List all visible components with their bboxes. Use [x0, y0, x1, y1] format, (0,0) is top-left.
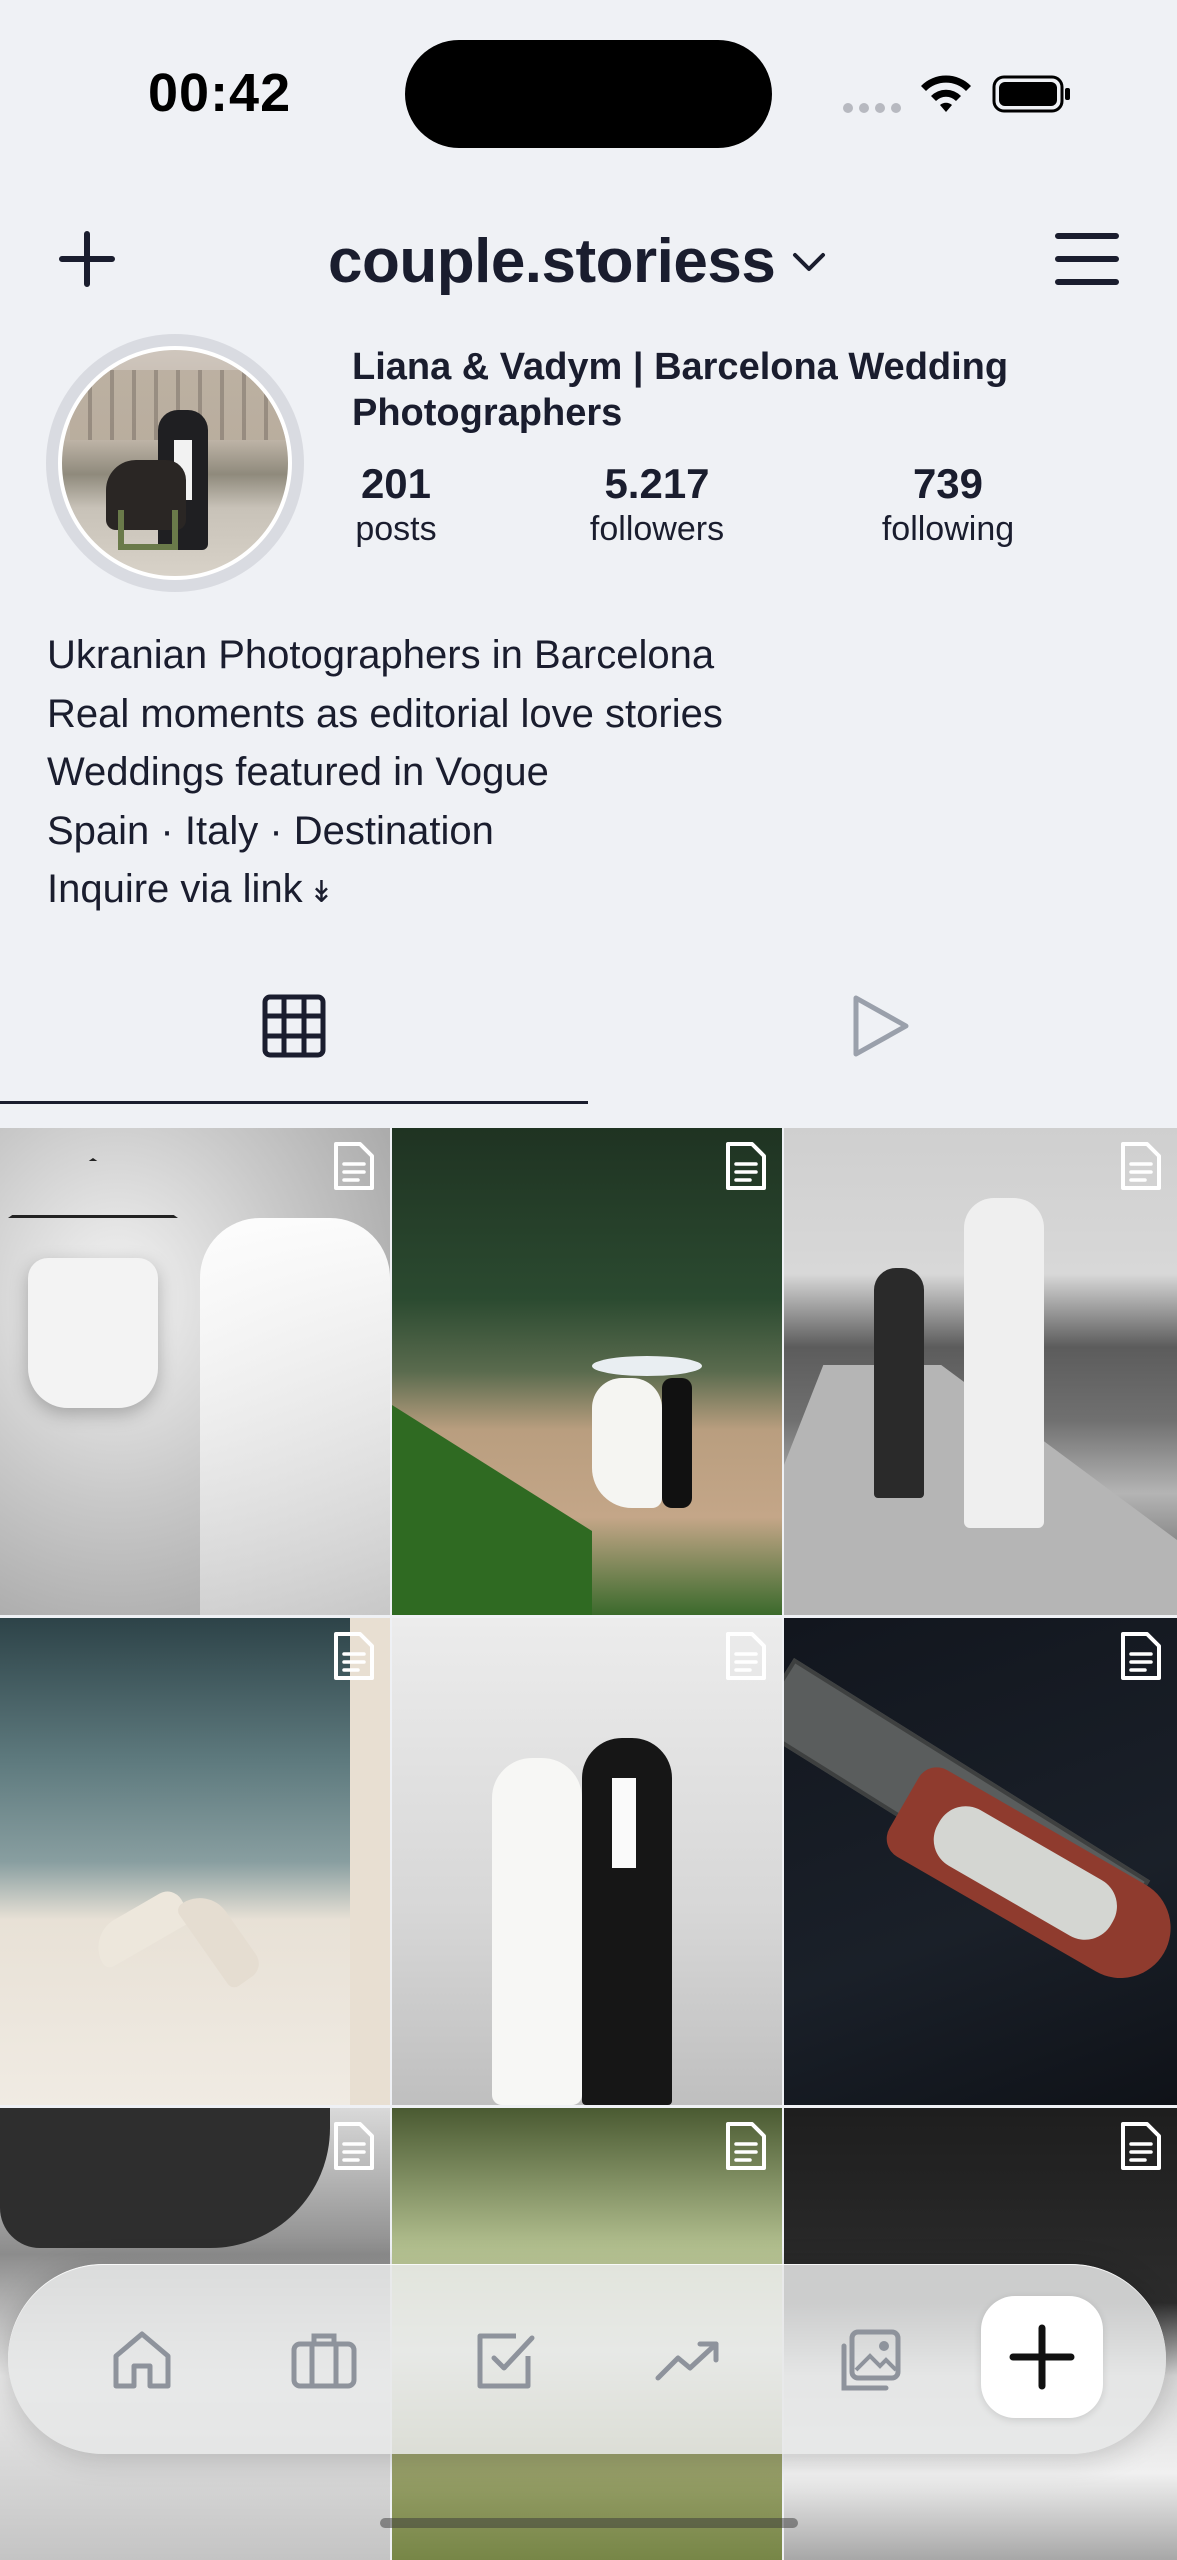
stat-following[interactable]: 739 following	[864, 460, 1032, 549]
images-icon[interactable]	[830, 2322, 906, 2398]
bio: Ukranian Photographers in Barcelona Real…	[47, 626, 1147, 923]
grid-post[interactable]	[392, 1128, 782, 1615]
avatar-photo	[58, 346, 292, 580]
stat-label: following	[881, 510, 1015, 548]
grid-post[interactable]	[392, 1618, 782, 2105]
profile-header: couple.storiess	[0, 210, 1177, 310]
document-icon	[1121, 1632, 1161, 1680]
grid-post[interactable]	[784, 1128, 1177, 1615]
stat-value: 201	[360, 460, 432, 507]
username: couple.storiess	[328, 227, 776, 296]
grid-post[interactable]	[784, 1618, 1177, 2105]
content-tabs	[0, 970, 1177, 1104]
dynamic-island	[405, 40, 772, 148]
grid-post[interactable]	[0, 1618, 390, 2105]
tab-grid[interactable]	[0, 970, 588, 1104]
grid-post[interactable]	[0, 1128, 390, 1615]
grid-icon	[262, 994, 326, 1058]
bio-line: Spain · Italy · Destination	[47, 808, 494, 853]
document-icon	[726, 1632, 766, 1680]
document-icon	[334, 2122, 374, 2170]
avatar[interactable]	[46, 334, 304, 592]
stat-label: followers	[589, 510, 725, 548]
checkbox-icon[interactable]	[468, 2322, 544, 2398]
document-icon	[726, 1142, 766, 1190]
battery-icon	[992, 75, 1070, 113]
stat-posts[interactable]: 201 posts	[346, 460, 446, 549]
status-time: 00:42	[148, 63, 292, 123]
bottom-nav	[8, 2264, 1166, 2454]
signal-icon	[843, 103, 901, 113]
stat-followers[interactable]: 5.217 followers	[570, 460, 744, 549]
bio-line: Weddings featured in Vogue	[47, 750, 549, 794]
document-icon	[334, 1142, 374, 1190]
plus-icon	[1009, 2324, 1075, 2390]
bio-line: Inquire via link	[47, 867, 303, 911]
status-bar: 00:42	[0, 0, 1177, 190]
document-icon	[726, 2122, 766, 2170]
bio-line: Ukranian Photographers in Barcelona	[47, 633, 715, 677]
menu-icon[interactable]	[1052, 228, 1122, 290]
down-arrow-icon: ↡	[308, 876, 334, 909]
home-indicator	[380, 2518, 798, 2528]
document-icon	[1121, 2122, 1161, 2170]
bio-line: Real moments as editorial love stories	[47, 691, 723, 736]
home-icon[interactable]	[104, 2322, 180, 2398]
briefcase-icon[interactable]	[286, 2322, 362, 2398]
document-icon	[334, 1632, 374, 1680]
document-icon	[1121, 1142, 1161, 1190]
account-switcher[interactable]: couple.storiess	[328, 226, 827, 297]
tab-reels[interactable]	[588, 970, 1177, 1104]
trending-icon[interactable]	[650, 2322, 726, 2398]
play-icon	[853, 995, 909, 1057]
wifi-icon	[921, 75, 971, 112]
stat-value: 5.217	[604, 460, 710, 507]
stat-value: 739	[912, 460, 984, 507]
add-button[interactable]	[981, 2296, 1103, 2418]
display-name: Liana & Vadym | Barcelona Wedding Photog…	[352, 346, 1009, 434]
chevron-down-icon	[793, 252, 826, 271]
create-plus-icon[interactable]	[52, 224, 122, 294]
bio-link-line[interactable]: Inquire via link ↡	[47, 860, 1147, 923]
stat-label: posts	[355, 510, 437, 548]
